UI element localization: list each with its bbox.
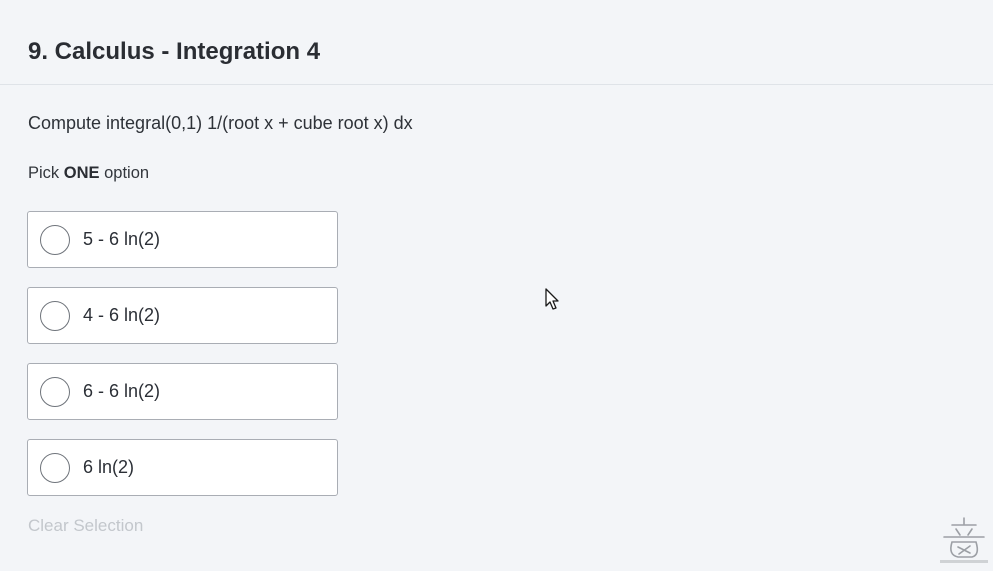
option-3[interactable]: 6 - 6 ln(2) — [27, 363, 338, 420]
radio-button[interactable] — [40, 301, 70, 331]
instruction-suffix: option — [99, 164, 150, 182]
option-label: 5 - 6 ln(2) — [83, 229, 161, 249]
watermark-logo-icon — [940, 517, 988, 563]
option-label: 6 ln(2) — [83, 457, 135, 477]
radio-button[interactable] — [40, 225, 70, 255]
clear-selection-link[interactable]: Clear Selection — [28, 516, 143, 536]
option-label: 4 - 6 ln(2) — [83, 305, 161, 325]
option-1[interactable]: 5 - 6 ln(2) — [27, 211, 338, 268]
option-label: 6 - 6 ln(2) — [83, 381, 161, 401]
instruction-prefix: Pick — [28, 164, 64, 182]
option-2[interactable]: 4 - 6 ln(2) — [27, 287, 338, 344]
mouse-pointer-icon — [545, 288, 559, 310]
instruction-emphasis: ONE — [63, 164, 100, 182]
question-title: 9. Calculus - Integration 4 — [28, 38, 321, 65]
question-header: 9. Calculus - Integration 4 — [0, 0, 993, 85]
options-list: 5 - 6 ln(2) 4 - 6 ln(2) 6 - 6 ln(2) 6 ln… — [27, 211, 338, 515]
question-prompt: Compute integral(0,1) 1/(root x + cube r… — [28, 113, 413, 133]
radio-button[interactable] — [40, 453, 70, 483]
pick-instruction: Pick ONE option — [28, 164, 149, 183]
radio-button[interactable] — [40, 377, 70, 407]
option-4[interactable]: 6 ln(2) — [27, 439, 338, 496]
